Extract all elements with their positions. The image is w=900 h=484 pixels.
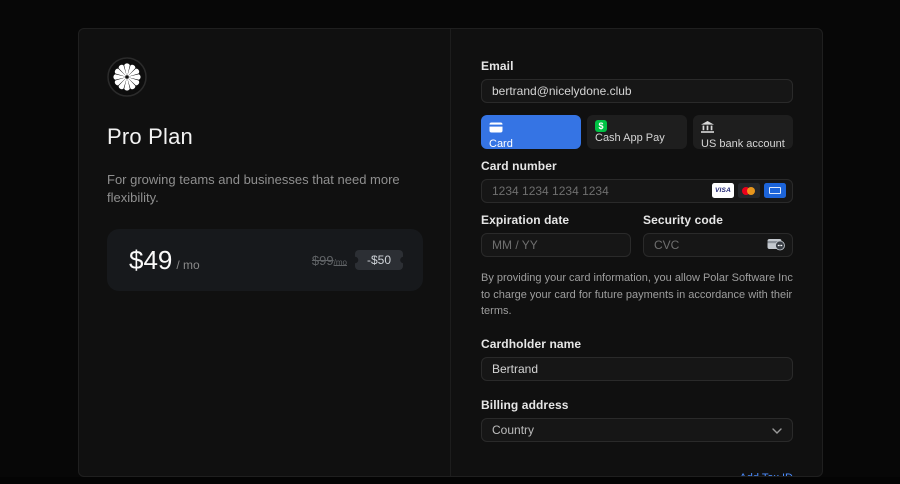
card-number-label: Card number [481,159,557,173]
billing-address-label: Billing address [481,397,569,412]
price-amount: $49 [129,244,173,275]
email-label: Email [481,59,514,73]
country-select-value: Country [492,422,535,437]
checkout-card: Pro Plan For growing teams and businesse… [78,28,823,477]
polar-logo-icon [107,57,147,97]
tab-us-bank-account[interactable]: US bank account [693,115,793,150]
cardholder-name-label: Cardholder name [481,336,582,351]
chevron-down-icon [772,421,782,439]
discount-info: $99/mo -$50 [312,250,403,270]
original-price: $99/mo [311,252,347,268]
tab-cash-app-pay[interactable]: $ Cash App Pay [587,115,687,149]
product-title: Pro Plan [107,124,193,149]
product-description: For growing teams and businesses that ne… [107,172,400,206]
cash-app-icon: $ [595,120,607,132]
card-brand-icons: VISA [712,183,786,198]
expiration-input[interactable] [481,233,631,257]
tab-cash-app-label: Cash App Pay [595,132,665,144]
payment-form: Email Card $ Cash App Pay [451,29,822,476]
tab-card[interactable]: Card [481,115,581,150]
cardholder-name-input[interactable] [481,356,793,381]
window-bottom-edge [0,477,900,484]
current-price: $49 / mo [129,245,200,276]
card-icon [489,120,573,138]
price-card: $49 / mo $99/mo -$50 [107,229,423,292]
email-input[interactable] [481,79,793,103]
cvc-card-icon [767,238,785,256]
checkout-page: Pro Plan For growing teams and businesse… [0,0,900,484]
price-interval: / mo [176,257,200,272]
expiration-label: Expiration date [481,213,570,227]
mastercard-icon [738,183,760,198]
tab-card-label: Card [489,138,513,150]
country-select[interactable]: Country [481,417,793,442]
amex-icon [764,183,786,198]
tab-us-bank-label: US bank account [701,138,785,150]
payment-method-tabs: Card $ Cash App Pay US bank account [481,115,793,150]
security-code-label: Security code [643,213,723,227]
discount-amount-badge: -$50 [355,250,403,270]
product-panel: Pro Plan For growing teams and businesse… [79,29,451,476]
bank-icon [701,120,785,138]
visa-icon: VISA [712,183,734,198]
payment-terms-text: By providing your card information, you … [481,272,793,317]
